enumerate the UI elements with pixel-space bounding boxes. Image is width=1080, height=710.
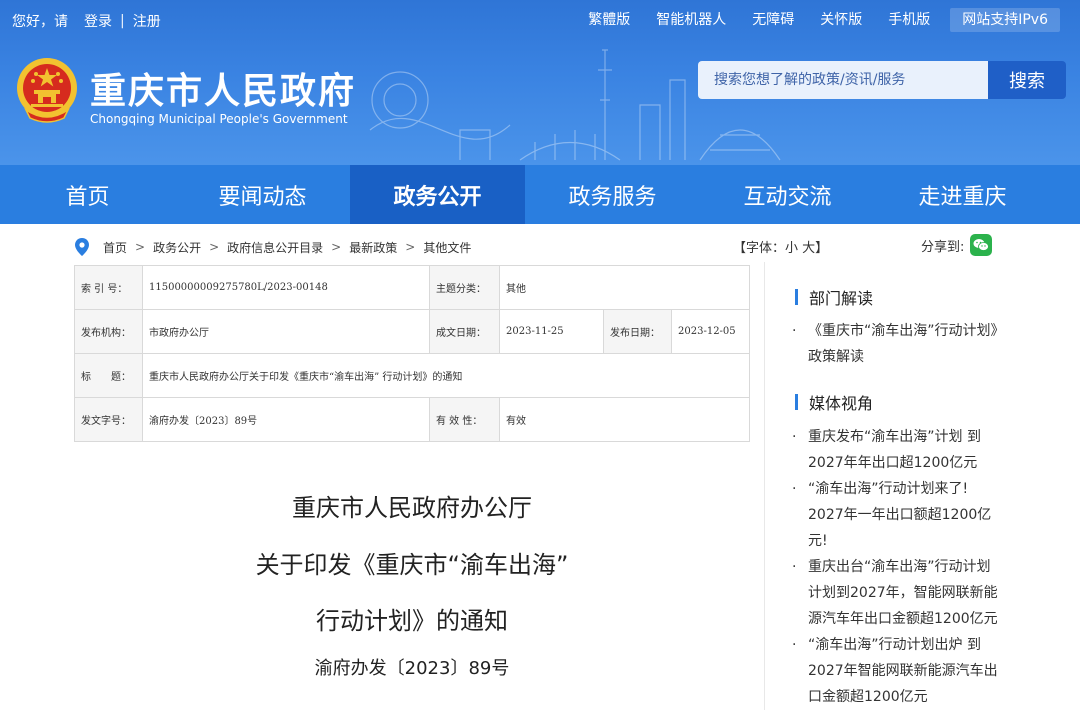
table-row: 索 引 号： 11500000009275780L/2023-00148 主题分… xyxy=(74,265,750,310)
article-doc-number: 渝府办发〔2023〕89号 xyxy=(314,658,510,679)
title-label: 标 题： xyxy=(74,353,143,398)
doc-number-label: 发文字号： xyxy=(74,397,143,442)
site-title[interactable]: 重庆市人民政府 xyxy=(90,62,356,114)
main-nav: 首页 要闻动态 政务公开 政务服务 互动交流 走进重庆 xyxy=(0,165,1080,224)
table-row: 发布机构： 市政府办公厅 成文日期： 2023-11-25 发布日期： 2023… xyxy=(74,309,750,354)
divider: | xyxy=(120,13,125,29)
breadcrumb-other-files[interactable]: 其他文件 xyxy=(423,239,471,256)
nav-about-chongqing[interactable]: 走进重庆 xyxy=(875,165,1050,224)
document-info-table: 索 引 号： 11500000009275780L/2023-00148 主题分… xyxy=(74,265,750,442)
list-item-text[interactable]: “渝车出海”行动计划来了! 2027年一年出口额超1200亿元! xyxy=(808,476,1008,554)
index-value: 11500000009275780L/2023-00148 xyxy=(142,265,430,310)
mobile-version-link[interactable]: 手机版 xyxy=(888,8,930,32)
search-bar: 搜索 xyxy=(698,61,1066,99)
accessibility-link[interactable]: 无障碍 xyxy=(752,8,794,32)
national-emblem-icon xyxy=(17,58,77,123)
bullet: · xyxy=(792,481,797,497)
category-label: 主题分类： xyxy=(429,265,500,310)
list-item-text[interactable]: 重庆出台“渝车出海”行动计划 计划到2027年，智能网联新能源汽车年出口金额超1… xyxy=(808,554,1008,632)
traditional-chinese-link[interactable]: 繁體版 xyxy=(588,8,630,32)
site-subtitle: Chongqing Municipal People's Government xyxy=(90,112,348,126)
category-value: 其他 xyxy=(499,265,750,310)
ipv6-badge: 网站支持IPv6 xyxy=(950,8,1060,32)
list-item-text[interactable]: “渝车出海”行动计划出炉 到2027年智能网联新能源汽车出口金额超1200亿元 xyxy=(808,632,1008,710)
chevron-right-icon: > xyxy=(331,240,342,254)
table-row: 标 题： 重庆市人民政府办公厅关于印发《重庆市“渝车出海” 行动计划》的通知 xyxy=(74,353,750,398)
share-label: 分享到: xyxy=(921,239,965,255)
validity-label: 有 效 性： xyxy=(429,397,500,442)
register-link[interactable]: 注册 xyxy=(133,11,161,31)
nav-interaction[interactable]: 互动交流 xyxy=(700,165,875,224)
share-area: 分享到: xyxy=(921,234,993,256)
top-bar: 您好，请 登录 | 注册 繁體版 智能机器人 无障碍 关怀版 手机版 网站支持I… xyxy=(0,0,1080,40)
article-title-line-1: 重庆市人民政府办公厅 xyxy=(292,494,532,522)
list-item[interactable]: · 《重庆市“渝车出海”行动计划》政策解读 xyxy=(792,318,1012,370)
list-item-text[interactable]: 《重庆市“渝车出海”行动计划》政策解读 xyxy=(808,318,1008,370)
breadcrumb-home[interactable]: 首页 xyxy=(103,239,127,256)
search-button[interactable]: 搜索 xyxy=(988,61,1066,99)
dept-interpretation-title: 部门解读 xyxy=(809,289,874,308)
nav-gov-services[interactable]: 政务服务 xyxy=(525,165,700,224)
list-item[interactable]: · “渝车出海”行动计划来了! 2027年一年出口额超1200亿元! xyxy=(792,476,1012,554)
media-view-list: · 重庆发布“渝车出海”计划 到2027年年出口超1200亿元 · “渝车出海”行动… xyxy=(792,424,1012,710)
table-row: 发文字号： 渝府办发〔2023〕89号 有 效 性： 有效 xyxy=(74,397,750,442)
elder-care-link[interactable]: 关怀版 xyxy=(820,8,862,32)
heading-bar xyxy=(795,394,798,410)
wechat-icon xyxy=(973,239,990,251)
list-item-text[interactable]: 重庆发布“渝车出海”计划 到2027年年出口超1200亿元 xyxy=(808,424,1008,476)
nav-home[interactable]: 首页 xyxy=(0,165,175,224)
location-pin-icon xyxy=(75,238,89,256)
article-title-line-3: 行动计划》的通知 xyxy=(316,607,508,635)
article-title-line-2: 关于印发《重庆市“渝车出海” xyxy=(255,551,569,579)
issuer-label: 发布机构： xyxy=(74,309,143,354)
chevron-right-icon: > xyxy=(209,240,220,254)
media-view-heading: 媒体视角 xyxy=(795,390,873,414)
issuer-value: 市政府办公厅 xyxy=(142,309,430,354)
published-date-value: 2023-12-05 xyxy=(671,309,750,354)
published-date-label: 发布日期： xyxy=(603,309,672,354)
breadcrumb-gov-affairs-public[interactable]: 政务公开 xyxy=(153,239,201,256)
breadcrumb: 首页 > 政务公开 > 政府信息公开目录 > 最新政策 > 其他文件 xyxy=(75,236,471,258)
font-size-control[interactable]: 【字体：小 大】 xyxy=(733,237,828,256)
bullet: · xyxy=(792,429,797,445)
login-link[interactable]: 登录 xyxy=(84,11,112,31)
bullet: · xyxy=(792,559,797,575)
media-view-title: 媒体视角 xyxy=(809,394,874,413)
smart-robot-link[interactable]: 智能机器人 xyxy=(656,8,726,32)
index-label: 索 引 号： xyxy=(74,265,143,310)
nav-gov-affairs-public[interactable]: 政务公开 xyxy=(350,165,525,224)
heading-bar xyxy=(795,289,798,305)
breadcrumb-latest-policy[interactable]: 最新政策 xyxy=(349,239,397,256)
chevron-right-icon: > xyxy=(405,240,416,254)
written-date-value: 2023-11-25 xyxy=(499,309,604,354)
bullet: · xyxy=(792,323,797,339)
list-item[interactable]: · “渝车出海”行动计划出炉 到2027年智能网联新能源汽车出口金额超1200亿元 xyxy=(792,632,1012,710)
dept-interpretation-list: · 《重庆市“渝车出海”行动计划》政策解读 xyxy=(792,318,1012,370)
list-item[interactable]: · 重庆发布“渝车出海”计划 到2027年年出口超1200亿元 xyxy=(792,424,1012,476)
list-item[interactable]: · 重庆出台“渝车出海”行动计划 计划到2027年，智能网联新能源汽车年出口金额超… xyxy=(792,554,1012,632)
wechat-share-icon[interactable] xyxy=(970,234,993,256)
search-input[interactable] xyxy=(698,61,988,99)
validity-value: 有效 xyxy=(499,397,750,442)
written-date-label: 成文日期： xyxy=(429,309,500,354)
greeting-text: 您好，请 xyxy=(12,14,68,30)
doc-number-value: 渝府办发〔2023〕89号 xyxy=(142,397,430,442)
chevron-right-icon: > xyxy=(135,240,146,254)
site-header: 您好，请 登录 | 注册 繁體版 智能机器人 无障碍 关怀版 手机版 网站支持I… xyxy=(0,0,1080,165)
nav-news[interactable]: 要闻动态 xyxy=(175,165,350,224)
bullet: · xyxy=(792,637,797,653)
sidebar-divider xyxy=(764,262,765,710)
title-value: 重庆市人民政府办公厅关于印发《重庆市“渝车出海” 行动计划》的通知 xyxy=(142,353,750,398)
dept-interpretation-heading: 部门解读 xyxy=(795,285,873,309)
breadcrumb-info-catalog[interactable]: 政府信息公开目录 xyxy=(227,239,323,256)
